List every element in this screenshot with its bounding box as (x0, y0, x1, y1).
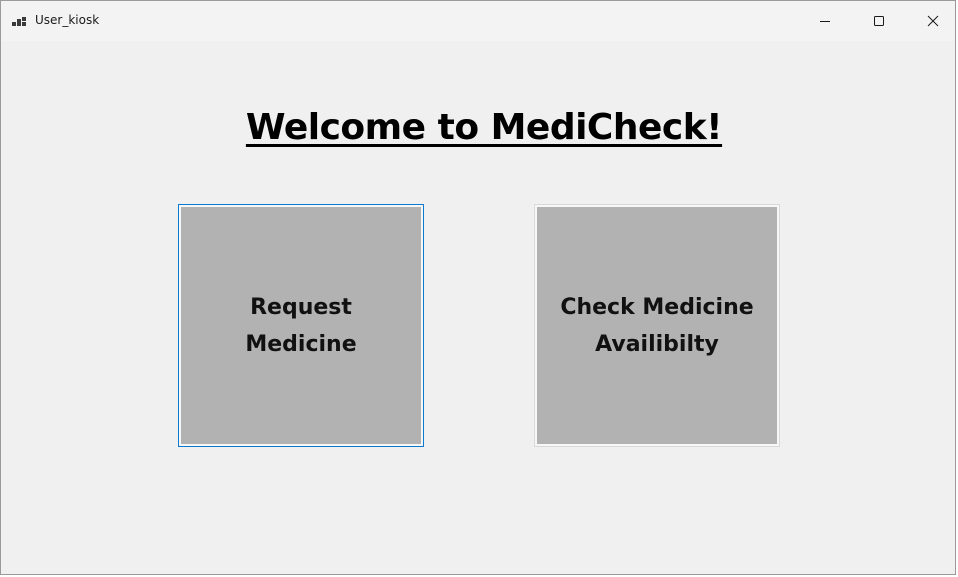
close-button[interactable] (910, 1, 956, 41)
app-window-icon (12, 14, 26, 26)
request-medicine-label: Request Medicine (245, 289, 356, 363)
close-icon (927, 12, 939, 31)
minimize-button[interactable] (802, 1, 848, 41)
main-panel: Welcome to MediCheck! Request Medicine C… (1, 41, 955, 574)
app-window: User_kiosk Welcome to MediCheck! Request… (0, 0, 956, 575)
check-availability-label-line1: Check Medicine (560, 294, 754, 320)
check-availability-label-line2: Availibilty (595, 331, 719, 357)
request-medicine-button[interactable]: Request Medicine (178, 204, 424, 447)
window-title: User_kiosk (35, 13, 100, 27)
title-bar[interactable]: User_kiosk (1, 1, 955, 41)
check-medicine-availability-button[interactable]: Check Medicine Availibilty (534, 204, 780, 447)
request-medicine-label-line1: Request (250, 294, 352, 320)
maximize-icon (873, 12, 885, 31)
maximize-button[interactable] (856, 1, 902, 41)
request-medicine-label-line2: Medicine (245, 331, 357, 357)
check-availability-label: Check Medicine Availibilty (560, 289, 753, 363)
minimize-icon (819, 12, 831, 31)
welcome-heading: Welcome to MediCheck! (245, 107, 723, 148)
